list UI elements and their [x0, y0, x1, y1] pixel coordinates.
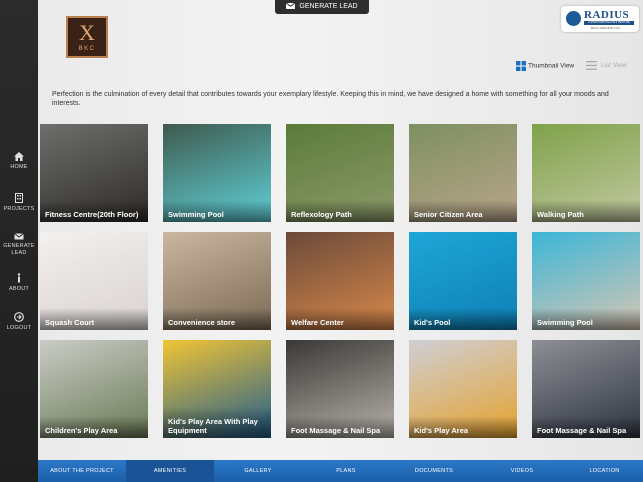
- sidebar-item-projects[interactable]: PROJECTS: [0, 193, 38, 213]
- amenity-title: Welfare Center: [286, 308, 394, 330]
- amenity-tile[interactable]: Convenience store: [163, 232, 271, 330]
- amenity-tile[interactable]: Swimming Pool: [163, 124, 271, 222]
- logout-icon: [14, 312, 24, 322]
- bottom-nav-item[interactable]: AMENITIES: [126, 460, 214, 482]
- main-content: X BKC GENERATE LEAD RADIUS A SHAPOORJI P…: [38, 0, 643, 460]
- bottom-nav-item[interactable]: PLANS: [302, 460, 390, 482]
- amenity-tile[interactable]: Squash Court: [40, 232, 148, 330]
- envelope-icon: [286, 2, 296, 10]
- amenity-title: Foot Massage & Nail Spa: [532, 416, 640, 438]
- amenity-title: Kid's Pool: [409, 308, 517, 330]
- home-icon: [14, 152, 24, 161]
- radius-logo-mark: [566, 11, 581, 26]
- amenity-title: Kid's Play Area: [409, 416, 517, 438]
- sidebar-item-home[interactable]: HOME: [0, 152, 38, 171]
- bottom-nav-item[interactable]: DOCUMENTS: [390, 460, 478, 482]
- brand-logo: X BKC: [66, 16, 108, 58]
- amenity-title: Kid's Play Area With Play Equipment: [163, 407, 271, 438]
- amenity-tile[interactable]: Fitness Centre(20th Floor): [40, 124, 148, 222]
- sidebar-item-label: HOME: [10, 164, 28, 170]
- amenity-title: Walking Path: [532, 200, 640, 222]
- bottom-nav: ABOUT THE PROJECT AMENITIES GALLERY PLANS DO…: [38, 460, 643, 482]
- sidebar-item-label-2: LEAD: [11, 250, 27, 256]
- sidebar-item-label: GENERATE: [3, 243, 35, 249]
- amenity-title: Squash Court: [40, 308, 148, 330]
- amenity-title: Senior Citizen Area: [409, 200, 517, 222]
- building-icon: [15, 193, 23, 203]
- sidebar-item-logout[interactable]: LOGOUT: [0, 312, 38, 332]
- sidebar: HOME PROJECTS GENERATE LEAD ABOUT LOGOUT: [0, 0, 38, 482]
- thumbnail-view-toggle[interactable]: Thumbnail View: [516, 61, 574, 71]
- sidebar-item-label: LOGOUT: [6, 325, 32, 331]
- amenity-tile[interactable]: Kid's Play Area: [409, 340, 517, 438]
- list-icon: [586, 61, 597, 70]
- sidebar-item-generate-lead[interactable]: GENERATE LEAD: [0, 233, 38, 257]
- amenity-title: Fitness Centre(20th Floor): [40, 200, 148, 222]
- sidebar-item-label: ABOUT: [9, 286, 29, 292]
- list-view-toggle[interactable]: List View: [586, 61, 627, 70]
- amenity-title: Swimming Pool: [532, 308, 640, 330]
- bottom-nav-item[interactable]: GALLERY: [214, 460, 302, 482]
- bottom-nav-item[interactable]: VIDEOS: [478, 460, 566, 482]
- envelope-icon: [14, 233, 24, 240]
- info-icon: [17, 273, 21, 283]
- amenity-tile[interactable]: Foot Massage & Nail Spa: [286, 340, 394, 438]
- amenity-title: Swimming Pool: [163, 200, 271, 222]
- generate-lead-button[interactable]: GENERATE LEAD: [275, 0, 369, 14]
- amenity-tile[interactable]: Kid's Pool: [409, 232, 517, 330]
- radius-logo: RADIUS A SHAPOORJI PALLONJI VENTURE BUIL…: [561, 6, 639, 32]
- sidebar-item-about[interactable]: ABOUT: [0, 273, 38, 293]
- amenity-title: Foot Massage & Nail Spa: [286, 416, 394, 438]
- amenity-tile[interactable]: Welfare Center: [286, 232, 394, 330]
- bottom-nav-item[interactable]: LOCATION: [566, 460, 643, 482]
- amenity-title: Convenience store: [163, 308, 271, 330]
- amenity-tile[interactable]: Foot Massage & Nail Spa: [532, 340, 640, 438]
- bottom-nav-item[interactable]: ABOUT THE PROJECT: [38, 460, 126, 482]
- amenity-tile[interactable]: Children's Play Area: [40, 340, 148, 438]
- amenity-tile[interactable]: Kid's Play Area With Play Equipment: [163, 340, 271, 438]
- amenity-title: Children's Play Area: [40, 416, 148, 438]
- intro-text: Perfection is the culmination of every d…: [52, 91, 609, 107]
- amenity-tile[interactable]: Swimming Pool: [532, 232, 640, 330]
- amenity-tile[interactable]: Senior Citizen Area: [409, 124, 517, 222]
- amenity-tile[interactable]: Walking Path: [532, 124, 640, 222]
- grid-icon: [516, 61, 526, 71]
- sidebar-item-label: PROJECTS: [3, 206, 35, 212]
- amenity-title: Reflexology Path: [286, 200, 394, 222]
- amenity-tile[interactable]: Reflexology Path: [286, 124, 394, 222]
